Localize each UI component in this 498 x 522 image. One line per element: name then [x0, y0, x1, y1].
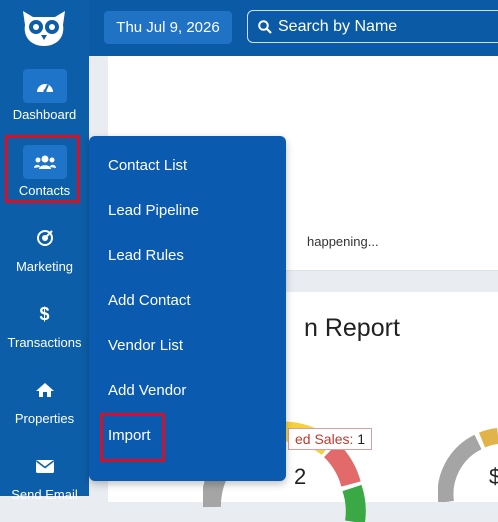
dollar-icon: $ [39, 303, 50, 324]
closed-sales-badge: ed Sales: 1 [288, 428, 373, 450]
dashboard-gauge-icon [22, 69, 67, 103]
highlight-import [100, 413, 165, 462]
sidebar-item-label: Dashboard [12, 107, 77, 122]
sidebar-item-dashboard[interactable]: Dashboard [0, 69, 89, 122]
second-donut-value: $1( [489, 464, 498, 489]
menu-item-vendor-list[interactable]: Vendor List [108, 337, 183, 354]
activity-text: happening... [307, 234, 379, 249]
target-icon [23, 221, 67, 255]
home-icon [23, 373, 67, 407]
closed-sales-value: 1 [357, 431, 366, 447]
donut-center-value: 2 [294, 464, 307, 489]
owl-logo-icon[interactable] [19, 9, 69, 47]
menu-item-lead-pipeline[interactable]: Lead Pipeline [108, 202, 199, 219]
sidebar-item-label: Send Email [11, 487, 78, 502]
envelope-icon [23, 449, 67, 483]
sidebar-item-send-email[interactable]: Send Email [0, 449, 89, 502]
sidebar: Dashboard Contacts Marketing $ Transacti… [0, 0, 89, 502]
top-bar: Thu Jul 9, 2026 Search by Name [89, 0, 498, 56]
closed-sales-label: ed Sales: [295, 431, 354, 447]
sidebar-item-properties[interactable]: Properties [0, 373, 89, 426]
sidebar-item-marketing[interactable]: Marketing [0, 221, 89, 274]
menu-item-lead-rules[interactable]: Lead Rules [108, 247, 184, 264]
highlight-contacts [5, 135, 80, 203]
menu-item-add-contact[interactable]: Add Contact [108, 292, 191, 309]
menu-item-add-vendor[interactable]: Add Vendor [108, 382, 186, 399]
menu-item-contact-list[interactable]: Contact List [108, 157, 187, 174]
sidebar-item-label: Properties [14, 411, 75, 426]
sidebar-item-label: Transactions [7, 335, 82, 350]
search-icon [258, 19, 272, 34]
search-input[interactable]: Search by Name [247, 10, 498, 43]
sidebar-item-transactions[interactable]: $ Transactions [0, 297, 89, 351]
search-placeholder: Search by Name [278, 17, 398, 35]
report-title: n Report [304, 314, 400, 342]
date-button[interactable]: Thu Jul 9, 2026 [104, 11, 232, 44]
sidebar-item-label: Marketing [15, 259, 74, 274]
